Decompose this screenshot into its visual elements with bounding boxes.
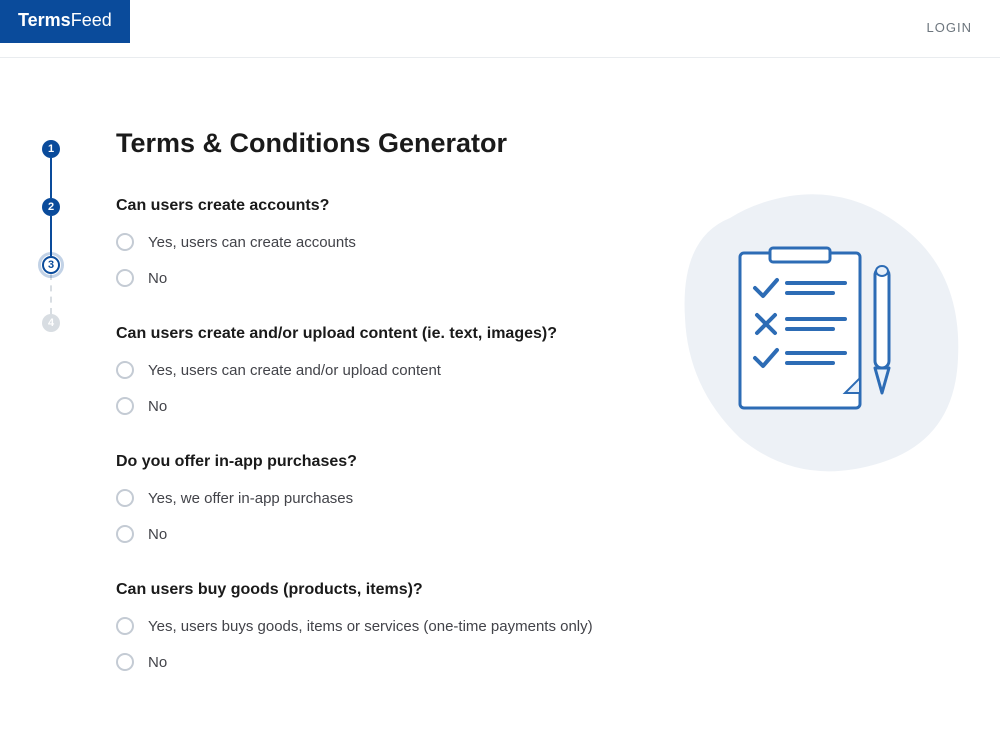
option-label: No (148, 270, 167, 287)
step-4[interactable]: 4 (42, 314, 60, 332)
question-text: Can users buy goods (products, items)? (116, 581, 626, 599)
radio-option[interactable]: No (116, 653, 626, 671)
logo-text-1: Terms (18, 10, 71, 30)
option-label: No (148, 398, 167, 415)
option-label: Yes, users can create accounts (148, 234, 356, 251)
stepper: 1 2 3 4 (36, 128, 66, 709)
option-label: Yes, we offer in-app purchases (148, 490, 353, 507)
main-content: Terms & Conditions Generator Can users c… (66, 128, 626, 709)
login-link[interactable]: LOGIN (927, 0, 1000, 35)
radio-icon (116, 269, 134, 287)
connector (50, 216, 52, 256)
radio-icon (116, 361, 134, 379)
question-text: Do you offer in-app purchases? (116, 453, 626, 471)
radio-option[interactable]: No (116, 525, 626, 543)
radio-option[interactable]: No (116, 397, 626, 415)
radio-icon (116, 233, 134, 251)
page-title: Terms & Conditions Generator (116, 128, 626, 159)
options: Yes, users buys goods, items or services… (116, 617, 626, 671)
radio-option[interactable]: No (116, 269, 626, 287)
radio-icon (116, 525, 134, 543)
step-2[interactable]: 2 (42, 198, 60, 216)
header: TermsFeed LOGIN (0, 0, 1000, 58)
radio-option[interactable]: Yes, users buys goods, items or services… (116, 617, 626, 635)
radio-icon (116, 653, 134, 671)
question-block: Do you offer in-app purchases? Yes, we o… (116, 453, 626, 543)
step-3[interactable]: 3 (42, 256, 60, 274)
step-1[interactable]: 1 (42, 140, 60, 158)
option-label: Yes, users buys goods, items or services… (148, 618, 593, 635)
radio-icon (116, 617, 134, 635)
option-label: No (148, 654, 167, 671)
radio-option[interactable]: Yes, users can create accounts (116, 233, 626, 251)
container: 1 2 3 4 Terms & Conditions Generator Can… (0, 58, 1000, 749)
question-text: Can users create accounts? (116, 197, 626, 215)
question-block: Can users create accounts? Yes, users ca… (116, 197, 626, 287)
radio-icon (116, 489, 134, 507)
radio-option[interactable]: Yes, users can create and/or upload cont… (116, 361, 626, 379)
radio-option[interactable]: Yes, we offer in-app purchases (116, 489, 626, 507)
logo-text-2: Feed (71, 10, 112, 30)
option-label: No (148, 526, 167, 543)
connector (50, 158, 52, 198)
options: Yes, users can create and/or upload cont… (116, 361, 626, 415)
connector (50, 274, 52, 314)
option-label: Yes, users can create and/or upload cont… (148, 362, 441, 379)
options: Yes, we offer in-app purchases No (116, 489, 626, 543)
illustration (660, 178, 970, 488)
question-block: Can users buy goods (products, items)? Y… (116, 581, 626, 671)
radio-icon (116, 397, 134, 415)
logo[interactable]: TermsFeed (0, 0, 130, 43)
question-text: Can users create and/or upload content (… (116, 325, 626, 343)
document-icon (715, 233, 915, 433)
question-block: Can users create and/or upload content (… (116, 325, 626, 415)
options: Yes, users can create accounts No (116, 233, 626, 287)
